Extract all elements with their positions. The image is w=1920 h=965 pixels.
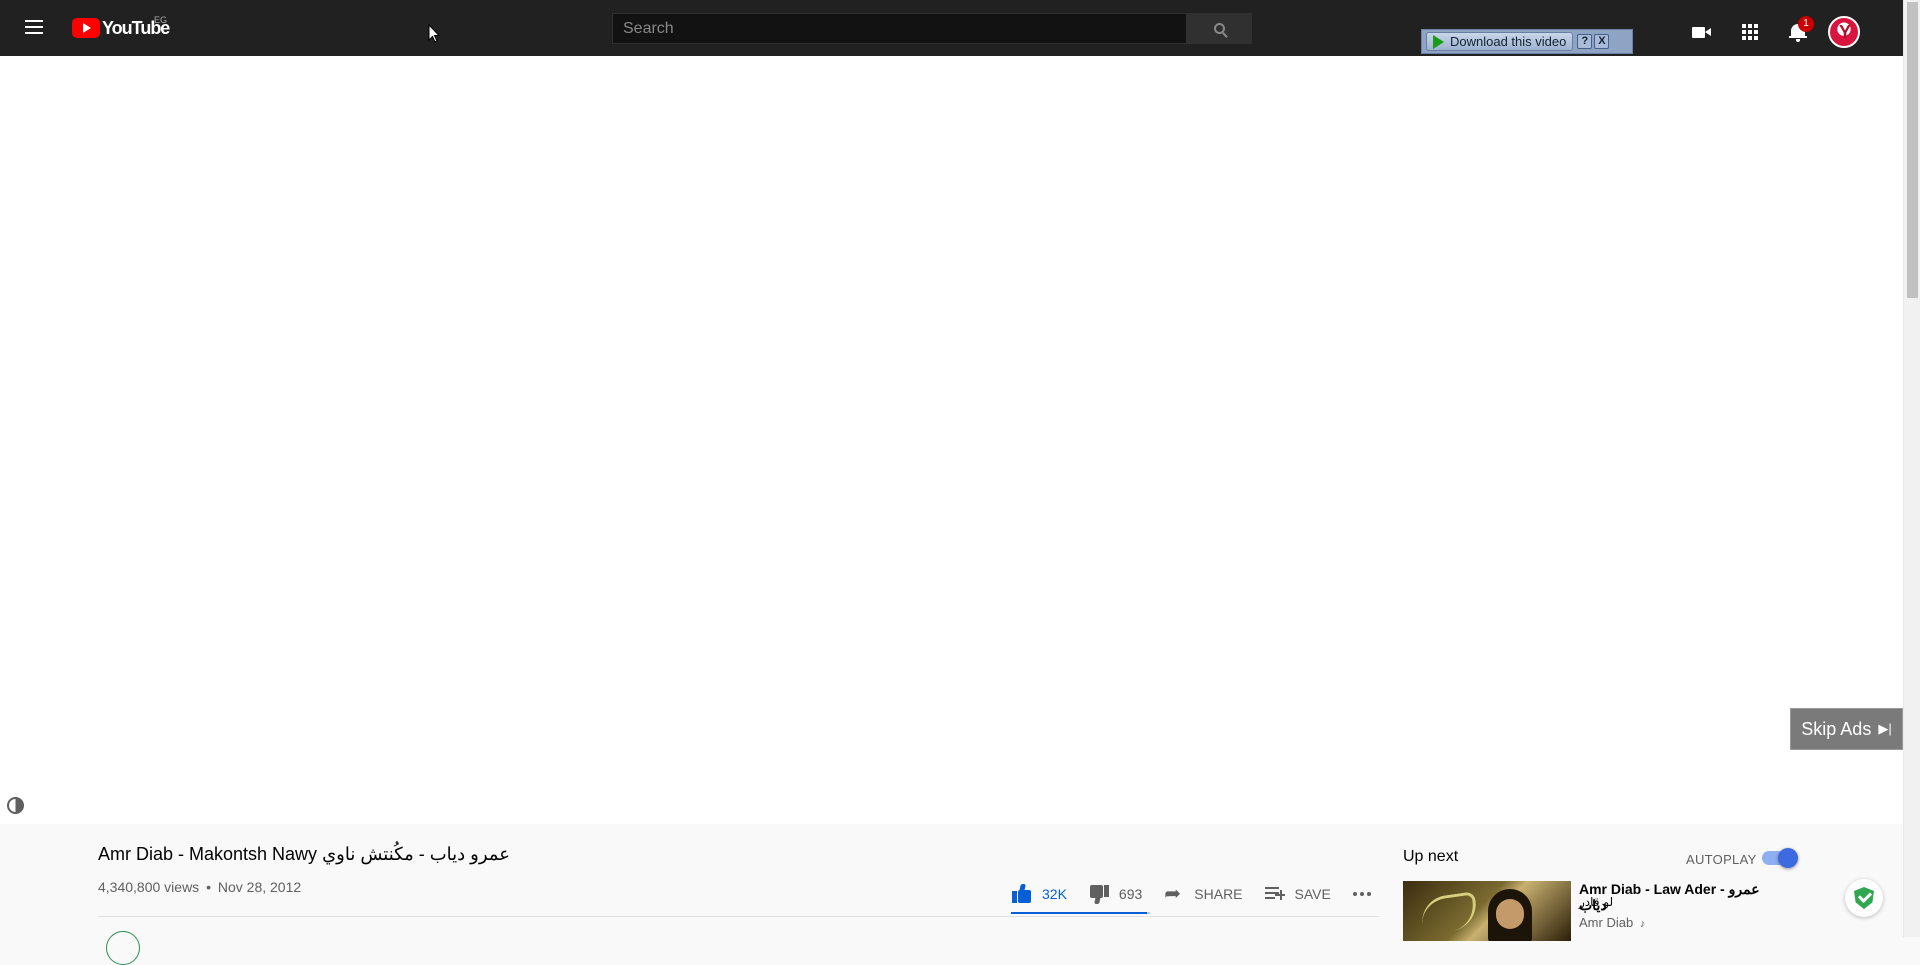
apps-grid-icon[interactable] [1738, 20, 1762, 44]
dislike-button[interactable]: 693 [1089, 884, 1142, 904]
thumb-up-icon [1012, 884, 1034, 904]
hamburger-menu-icon[interactable] [22, 16, 46, 40]
download-video-label: Download this video [1450, 34, 1567, 49]
like-count: 32K [1042, 886, 1067, 902]
download-video-button[interactable]: Download this video [1426, 32, 1574, 51]
shield-check-icon [1854, 887, 1874, 909]
share-button[interactable]: ➦ SHARE [1164, 884, 1242, 904]
meta-separator: • [206, 879, 211, 895]
top-icons: 1 [1690, 16, 1860, 48]
masthead: YouTube EG Download this video ? X 1 [0, 0, 1903, 56]
download-toolbar: Download this video ? X [1421, 29, 1633, 54]
security-shield-button[interactable] [1845, 879, 1883, 917]
more-actions-button[interactable] [1352, 892, 1371, 896]
scrollbar-thumb[interactable] [1907, 2, 1918, 298]
youtube-logo[interactable]: YouTube EG [72, 15, 170, 39]
recommended-video[interactable]: Amr Diab - Law Ader - عمرو دياب لو قادر … [1403, 881, 1803, 941]
skip-ads-button[interactable]: Skip Ads ▶| [1790, 708, 1903, 750]
music-note-icon: ♪ [1639, 918, 1646, 930]
recommended-video-thumbnail[interactable] [1403, 881, 1571, 941]
dislike-count: 693 [1118, 886, 1143, 902]
share-arrow-icon: ➦ [1164, 883, 1182, 905]
notification-count-badge: 1 [1798, 16, 1814, 32]
autoplay-label: AUTOPLAY [1686, 852, 1757, 867]
video-meta: 4,340,800 views • Nov 28, 2012 [98, 879, 301, 895]
create-video-icon[interactable] [1690, 20, 1714, 44]
autoplay-toggle-knob [1778, 848, 1798, 868]
watch-content: Amr Diab - Makontsh Nawy عمرو دياب - مكُ… [0, 824, 1903, 965]
country-code: EG [154, 15, 168, 25]
up-next-heading: Up next [1403, 848, 1459, 865]
recommended-channel-name: Amr Diab [1579, 915, 1634, 930]
save-label: SAVE [1294, 886, 1331, 902]
more-horizontal-icon [1352, 892, 1371, 896]
channel-avatar[interactable] [106, 931, 140, 965]
download-close-button[interactable]: X [1594, 34, 1610, 49]
playlist-add-icon [1264, 884, 1287, 904]
thumb-down-icon [1089, 884, 1111, 904]
video-actions: 32K 693 ➦ SHARE SAVE [1012, 874, 1393, 914]
divider [98, 916, 1379, 917]
contrast-toggle-icon[interactable] [7, 797, 24, 814]
search-button[interactable] [1187, 13, 1252, 44]
save-button[interactable]: SAVE [1264, 884, 1331, 904]
autoplay-toggle[interactable] [1762, 848, 1798, 868]
play-arrow-icon [1433, 34, 1444, 49]
share-label: SHARE [1194, 886, 1243, 902]
publish-date: Nov 28, 2012 [217, 879, 302, 895]
download-help-button[interactable]: ? [1577, 34, 1593, 49]
like-ratio-fill [1011, 912, 1148, 914]
recommended-video-channel[interactable]: Amr Diab ♪ [1579, 915, 1645, 930]
recommended-video-title-continued: لو قادر [1579, 895, 1614, 909]
video-title: Amr Diab - Makontsh Nawy عمرو دياب - مكُ… [98, 844, 510, 864]
page-scrollbar[interactable] [1903, 0, 1920, 937]
view-count: 4,340,800 views [98, 879, 200, 895]
skip-ads-label: Skip Ads [1801, 718, 1872, 739]
like-dislike-ratio-bar [1011, 912, 1150, 914]
video-player[interactable]: Skip Ads ▶| [0, 56, 1903, 824]
like-button[interactable]: 32K [1012, 884, 1067, 904]
search-input[interactable] [613, 14, 1186, 43]
search-box [612, 13, 1187, 44]
youtube-play-icon [72, 18, 100, 38]
notifications-bell-icon[interactable]: 1 [1786, 16, 1814, 44]
account-avatar[interactable] [1828, 16, 1860, 48]
skip-next-icon: ▶| [1878, 721, 1892, 736]
search-icon [1214, 23, 1225, 34]
